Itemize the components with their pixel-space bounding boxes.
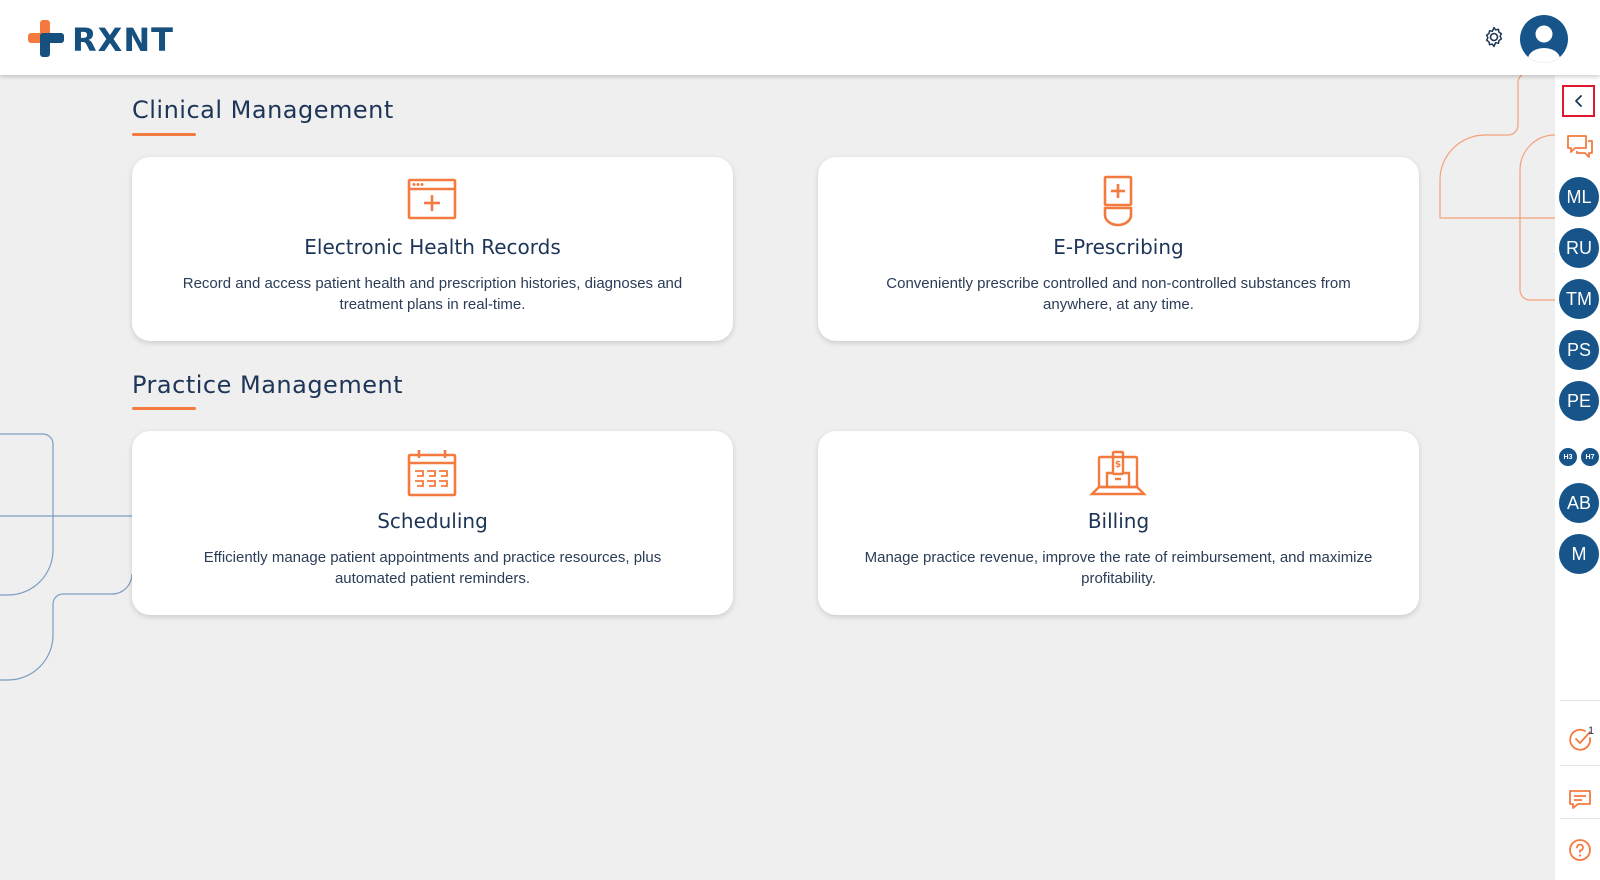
message-icon[interactable] (1568, 788, 1592, 812)
section-underline (132, 407, 196, 410)
card-title: E-Prescribing (1053, 235, 1184, 259)
card-scheduling[interactable]: Scheduling Efficiently manage patient ap… (132, 431, 733, 615)
card-description: Manage practice revenue, improve the rat… (864, 549, 1373, 587)
contact-avatar-h7[interactable]: H7 (1581, 448, 1599, 466)
section-title-clinical: Clinical Management (132, 96, 394, 124)
section-title-practice: Practice Management (132, 371, 404, 399)
settings-icon[interactable] (1482, 25, 1506, 49)
card-description: Conveniently prescribe controlled and no… (886, 275, 1351, 313)
sidebar-divider (1560, 765, 1600, 766)
rxnt-logo[interactable]: RXNT (26, 20, 174, 60)
card-billing[interactable]: $ Billing Manage practice revenue, impro… (818, 431, 1419, 615)
contact-avatar-ps[interactable]: PS (1559, 330, 1599, 370)
user-avatar-icon[interactable] (1520, 15, 1568, 63)
svg-text:$: $ (1115, 460, 1121, 470)
contact-avatar-h3[interactable]: H3 (1559, 448, 1577, 466)
card-description: Efficiently manage patient appointments … (203, 549, 662, 587)
card-e-prescribing[interactable]: E-Prescribing Conveniently prescribe con… (818, 157, 1419, 341)
health-record-icon (407, 178, 457, 220)
section-underline (132, 133, 196, 136)
logo-cross-icon (28, 20, 64, 57)
card-electronic-health-records[interactable]: Electronic Health Records Record and acc… (132, 157, 733, 341)
chat-bubbles-icon[interactable] (1566, 133, 1594, 159)
card-title: Electronic Health Records (304, 235, 561, 259)
collapse-sidebar-button[interactable] (1562, 85, 1595, 117)
tasks-badge: 1 (1588, 725, 1595, 737)
card-title: Billing (1087, 509, 1150, 533)
sidebar-divider (1560, 700, 1600, 701)
prescription-bottle-icon (1103, 175, 1133, 227)
logo-text: RXNT (72, 21, 174, 59)
contact-avatar-ru[interactable]: RU (1559, 228, 1599, 268)
sidebar-divider (1560, 818, 1600, 819)
contact-avatar-pe[interactable]: PE (1559, 381, 1599, 421)
help-icon[interactable] (1568, 838, 1592, 862)
chevron-left-icon (1574, 95, 1582, 107)
calendar-icon (407, 450, 457, 497)
billing-laptop-icon: $ (1089, 450, 1147, 496)
contact-avatar-tm[interactable]: TM (1559, 279, 1599, 319)
card-title: Scheduling (377, 509, 488, 533)
contact-avatar-ab[interactable]: AB (1559, 483, 1599, 523)
top-navigation-bar: RXNT (0, 0, 1600, 75)
card-description: Record and access patient health and pre… (182, 275, 683, 313)
contact-avatar-m[interactable]: M (1559, 534, 1599, 574)
contact-avatar-ml[interactable]: ML (1559, 177, 1599, 217)
